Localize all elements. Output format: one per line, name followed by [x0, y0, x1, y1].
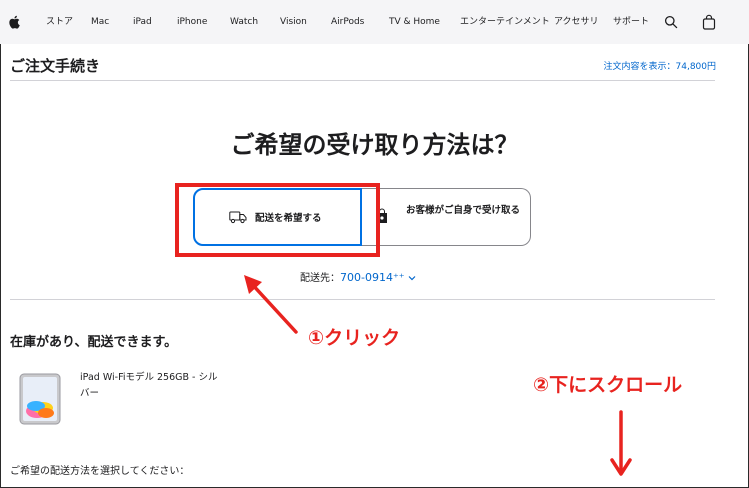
order-summary-link[interactable]: 注文内容を表示：74,800円 — [604, 59, 717, 72]
ship-to-zip-link[interactable]: 700-0914⁺⁺ — [340, 271, 416, 284]
ship-to-label: 配送先： — [300, 273, 340, 284]
fulfillment-question-heading: ご希望の受け取り方法は？ — [230, 131, 519, 159]
nav-item-entertainment[interactable]: エンターテインメント — [460, 0, 550, 44]
nav-item-store[interactable]: ストア — [46, 0, 73, 44]
nav-item-tv-home[interactable]: TV & Home — [389, 0, 440, 44]
search-icon[interactable] — [664, 15, 678, 29]
apple-logo-icon[interactable] — [8, 15, 20, 29]
shipping-method-prompt: ご希望の配送方法を選択してください： — [10, 466, 190, 477]
nav-item-mac[interactable]: Mac — [91, 0, 109, 44]
ship-to-row: 配送先：700-0914⁺⁺ — [300, 269, 416, 284]
annotation-step1: ①クリック — [308, 327, 401, 349]
nav-item-ipad[interactable]: iPad — [133, 0, 152, 44]
page-title: ご注文手続き — [10, 57, 101, 75]
chevron-down-icon — [408, 276, 416, 281]
nav-item-accessories[interactable]: アクセサリ — [554, 0, 599, 44]
stock-heading: 在庫があり、配送できます。 — [10, 335, 178, 350]
annotation-highlight-box — [175, 183, 380, 257]
product-name: iPad Wi-Fiモデル 256GB - シルバー — [80, 372, 218, 399]
nav-item-iphone[interactable]: iPhone — [177, 0, 207, 44]
pickup-option-label: お客様がご自身で受け取る — [405, 205, 520, 216]
header-divider — [10, 80, 715, 81]
nav-item-vision[interactable]: Vision — [280, 0, 307, 44]
annotation-step2: ②下にスクロール — [533, 374, 683, 396]
bag-icon[interactable] — [702, 14, 716, 30]
ship-to-suffix: ⁺⁺ — [392, 271, 405, 284]
ipad-product-image — [19, 373, 61, 425]
global-nav: ストア Mac iPad iPhone Watch Vision AirPods… — [0, 0, 749, 44]
annotation-arrow-down — [610, 410, 632, 476]
section-divider — [10, 299, 715, 300]
nav-item-airpods[interactable]: AirPods — [331, 0, 364, 44]
nav-item-watch[interactable]: Watch — [230, 0, 258, 44]
nav-item-support[interactable]: サポート — [613, 0, 649, 44]
annotation-arrow-up-left — [244, 275, 298, 334]
ship-to-zip: 700-0914 — [340, 271, 393, 284]
pickup-option-button[interactable]: お客様がご自身で受け取る — [362, 188, 531, 246]
